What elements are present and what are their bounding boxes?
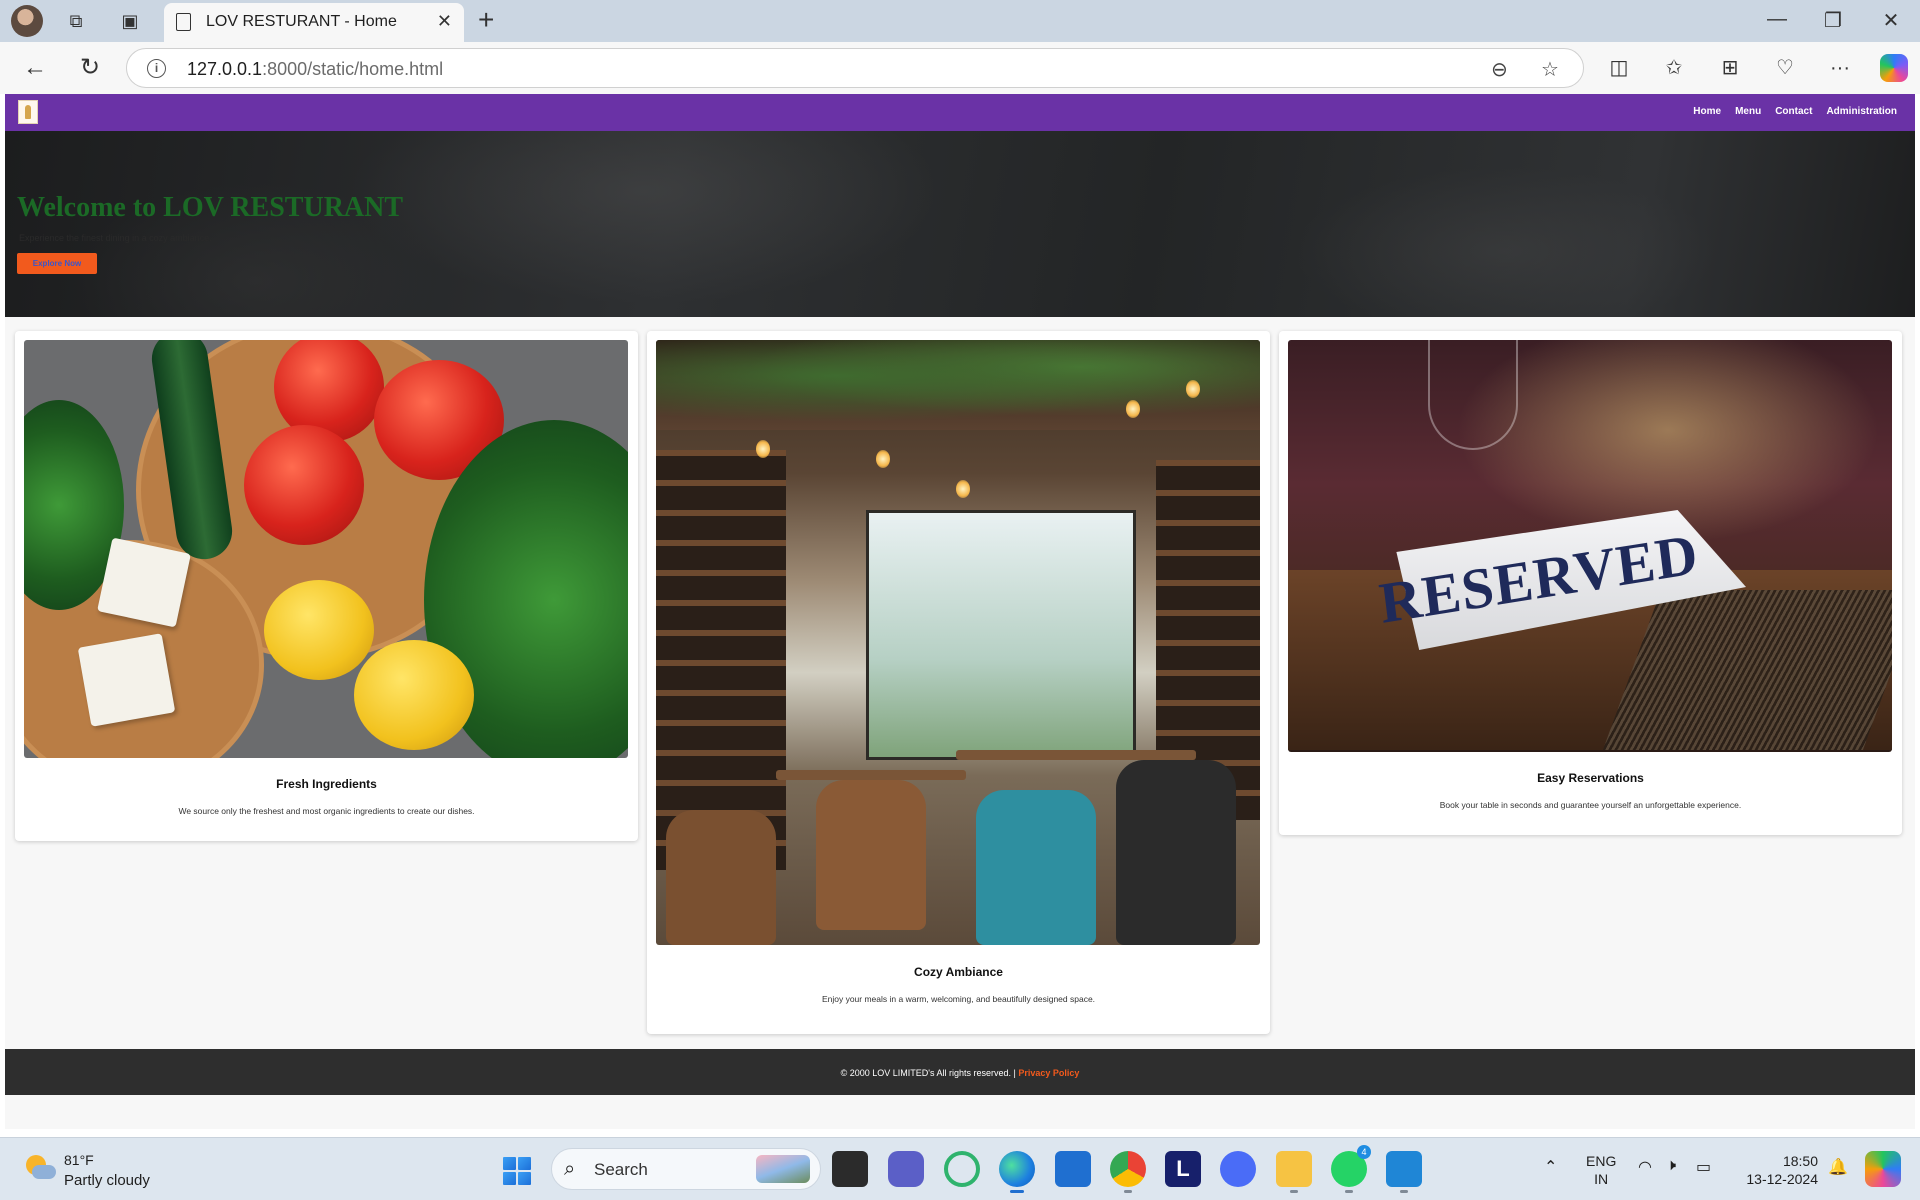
url-host: 127.0.0.1: [187, 59, 263, 79]
features-section: Fresh Ingredients We source only the fre…: [5, 317, 1915, 1129]
clock-date: 13-12-2024: [1746, 1171, 1818, 1187]
favorites-icon[interactable]: ✩: [1660, 54, 1688, 82]
feature-title: Cozy Ambiance: [914, 965, 1003, 979]
copyright-text: © 2000 LOV LIMITED's All rights reserved…: [840, 1068, 1016, 1078]
site-info-icon[interactable]: i: [147, 59, 166, 78]
copilot-icon[interactable]: [1880, 54, 1908, 82]
feature-description: Enjoy your meals in a warm, welcoming, a…: [821, 994, 1096, 1004]
restore-icon[interactable]: ❐: [1818, 8, 1848, 33]
privacy-policy-link[interactable]: Privacy Policy: [1018, 1068, 1079, 1078]
browser-toolbar: ← ↻ i 127.0.0.1:8000/static/home.html ⊖ …: [0, 42, 1920, 94]
vscode-icon[interactable]: [1386, 1151, 1422, 1193]
fresh-ingredients-image: [24, 340, 628, 758]
store-icon[interactable]: [1055, 1151, 1091, 1187]
reload-icon[interactable]: ↻: [76, 54, 104, 82]
start-button[interactable]: [503, 1157, 531, 1185]
notifications-bell-icon[interactable]: 🔔: [1828, 1157, 1848, 1177]
favorite-star-icon[interactable]: ☆: [1541, 57, 1559, 82]
profile-avatar[interactable]: [11, 5, 43, 37]
easy-reservations-image: RESERVED: [1288, 340, 1892, 752]
nav-administration-link[interactable]: Administration: [1826, 106, 1897, 117]
more-options-icon[interactable]: ···: [1826, 54, 1854, 82]
collections-icon[interactable]: ⊞: [1716, 54, 1744, 82]
page-viewport: Home Menu Contact Administration Welcome…: [5, 94, 1915, 1137]
notification-badge: 4: [1357, 1145, 1371, 1159]
feature-card-cozy-ambiance: Cozy Ambiance Enjoy your meals in a warm…: [647, 331, 1270, 1034]
feature-description: Book your table in seconds and guarantee…: [1439, 800, 1742, 810]
cozy-ambiance-image: [656, 340, 1260, 945]
feature-card-fresh-ingredients: Fresh Ingredients We source only the fre…: [15, 331, 638, 841]
site-navbar: Home Menu Contact Administration: [5, 94, 1915, 131]
language-indicator[interactable]: ENG IN: [1586, 1152, 1616, 1188]
tab-title: LOV RESTURANT - Home: [206, 13, 397, 30]
nav-contact-link[interactable]: Contact: [1775, 106, 1812, 117]
browser-tab-bar: ⧉ ▣ LOV RESTURANT - Home ✕ + — ❐ ✕: [0, 0, 1920, 42]
url-text: 127.0.0.1:8000/static/home.html: [187, 59, 443, 80]
taskbar-search[interactable]: ⌕ Search: [551, 1148, 821, 1190]
hero-subtitle: Experience the finest dining in a cozy a…: [19, 233, 212, 243]
battery-icon[interactable]: ▭: [1696, 1157, 1711, 1177]
weather-description[interactable]: Partly cloudy: [64, 1172, 150, 1189]
language-code: ENG: [1586, 1153, 1617, 1169]
hero-banner: Welcome to LOV RESTURANT Experience the …: [5, 131, 1915, 317]
explore-now-button[interactable]: Explore Now: [17, 253, 97, 274]
footer-text: © 2000 LOV LIMITED's All rights reserved…: [5, 1068, 1915, 1078]
l-app-icon[interactable]: L: [1165, 1151, 1201, 1187]
new-tab-icon[interactable]: +: [478, 6, 494, 34]
language-region: IN: [1594, 1171, 1609, 1187]
site-footer: © 2000 LOV LIMITED's All rights reserved…: [5, 1049, 1915, 1095]
show-hidden-icons-icon[interactable]: ⌃: [1544, 1157, 1557, 1177]
search-label: Search: [594, 1160, 648, 1179]
vertical-tabs-icon[interactable]: ▣: [118, 9, 142, 33]
file-explorer-icon[interactable]: [1276, 1151, 1312, 1193]
copilot-pre-icon[interactable]: [1865, 1151, 1901, 1187]
minimize-icon[interactable]: —: [1762, 8, 1792, 31]
clock-time: 18:50: [1782, 1153, 1818, 1169]
feature-card-easy-reservations: RESERVED Easy Reservations Book your tab…: [1279, 331, 1902, 835]
zoom-icon[interactable]: ⊖: [1491, 57, 1508, 82]
address-bar[interactable]: i 127.0.0.1:8000/static/home.html ⊖ ☆: [126, 48, 1584, 88]
task-view-icon[interactable]: [832, 1151, 868, 1187]
artstudio-icon[interactable]: [1220, 1151, 1256, 1187]
feature-description: We source only the freshest and most org…: [178, 806, 475, 816]
search-icon: ⌕: [564, 1158, 576, 1180]
whatsapp-icon[interactable]: 4: [1331, 1145, 1371, 1193]
feature-title: Fresh Ingredients: [276, 777, 377, 791]
feature-title: Easy Reservations: [1537, 771, 1644, 785]
close-window-icon[interactable]: ✕: [1876, 8, 1906, 33]
nav-links: Home Menu Contact Administration: [1693, 106, 1897, 117]
refresh-app-icon[interactable]: [944, 1151, 980, 1187]
back-icon[interactable]: ←: [21, 54, 49, 82]
url-path: :8000/static/home.html: [262, 59, 444, 79]
search-highlight-image: [756, 1155, 810, 1183]
edge-icon[interactable]: [999, 1151, 1035, 1193]
nav-menu-link[interactable]: Menu: [1735, 106, 1761, 117]
windows-taskbar: 81°F Partly cloudy ⌕ Search L 4 ⌃ ENG IN…: [0, 1137, 1920, 1200]
workspaces-icon[interactable]: ⧉: [64, 9, 88, 33]
page-icon: [176, 13, 191, 31]
split-screen-icon[interactable]: ◫: [1605, 54, 1633, 82]
browser-essentials-icon[interactable]: ♡: [1771, 54, 1799, 82]
wifi-icon[interactable]: ◠: [1638, 1157, 1652, 1177]
weather-icon[interactable]: [24, 1151, 56, 1183]
system-clock[interactable]: 18:50 13-12-2024: [1734, 1152, 1818, 1188]
browser-tab-active[interactable]: LOV RESTURANT - Home ✕: [164, 3, 464, 42]
site-logo[interactable]: [18, 100, 38, 124]
teams-icon[interactable]: [888, 1151, 924, 1187]
weather-temperature[interactable]: 81°F: [64, 1152, 94, 1168]
volume-muted-icon[interactable]: 🕨: [1666, 1157, 1676, 1175]
close-tab-icon[interactable]: ✕: [437, 11, 452, 32]
chrome-icon[interactable]: [1110, 1151, 1146, 1193]
nav-home-link[interactable]: Home: [1693, 106, 1721, 117]
hero-title: Welcome to LOV RESTURANT: [17, 192, 404, 223]
